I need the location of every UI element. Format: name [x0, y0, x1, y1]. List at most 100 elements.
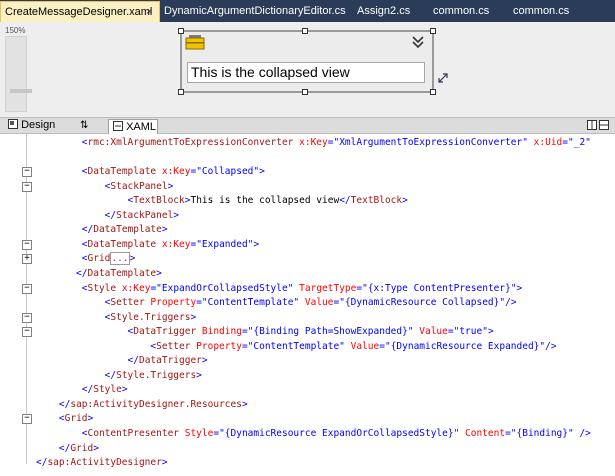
code-token: TargetType	[293, 282, 357, 294]
zoom-slider-thumb[interactable]	[10, 89, 32, 93]
code-token: "{DynamicResource Expanded}"	[384, 340, 546, 352]
collapse-region-icon[interactable]: −	[22, 239, 32, 250]
code-token: sap:ActivityDesigner	[47, 457, 162, 469]
code-token: x:Key	[293, 137, 328, 148]
code-token: x:Uid	[527, 137, 563, 148]
code-line[interactable]: <Setter Property="ContentTemplate" Value…	[36, 339, 556, 354]
tab-label: DynamicArgumentDictionaryEditor.cs	[164, 5, 346, 17]
resize-handle[interactable]	[178, 89, 184, 95]
code-line[interactable]: <Grid>	[36, 411, 93, 426]
code-token: >	[161, 457, 168, 469]
code-line[interactable]: <ContentPresenter Style="{DynamicResourc…	[36, 426, 591, 441]
zoom-slider[interactable]	[5, 36, 32, 112]
code-token: x:Key	[156, 238, 191, 250]
code-line[interactable]: </DataTemplate>	[36, 266, 162, 281]
code-line[interactable]: </DataTemplate>	[36, 222, 168, 237]
code-line[interactable]: </DataTrigger>	[36, 353, 208, 368]
code-token: Setter	[156, 340, 191, 352]
code-token: >	[196, 369, 202, 381]
split-toggle-icon[interactable]	[587, 120, 609, 130]
tab-label: Assign2.cs	[357, 5, 411, 17]
collapsed-view-textblock: This is the collapsed view	[187, 62, 425, 83]
code-line[interactable]: </Style.Triggers>	[36, 368, 202, 383]
code-token: ContentPresenter	[87, 428, 180, 439]
code-token: Value	[299, 297, 334, 309]
code-token: </	[81, 384, 94, 396]
code-token: "{Binding Path=ShowExpanded}"	[247, 326, 414, 338]
activity-designer[interactable]: This is the collapsed view	[178, 28, 436, 95]
code-token: >	[121, 384, 128, 396]
code-token: This is the collapsed view	[190, 195, 340, 207]
code-line[interactable]: <rmc:XmlArgumentToExpressionConverter x:…	[36, 135, 591, 150]
code-token: Binding	[196, 326, 242, 338]
resize-handle[interactable]	[430, 28, 436, 34]
code-line[interactable]: </Grid>	[36, 441, 99, 456]
resize-handle[interactable]	[430, 89, 436, 95]
code-token: >	[253, 238, 260, 250]
code-token: DataTemplate	[87, 238, 157, 250]
collapse-region-icon[interactable]: −	[22, 181, 32, 192]
swap-panes-button[interactable]: ⇅	[80, 118, 88, 133]
code-line[interactable]: </Style>	[36, 382, 128, 397]
collapse-region-icon[interactable]: −	[22, 167, 32, 178]
designer-canvas[interactable]: 150% This is the collapsed view	[0, 22, 615, 117]
collapse-region-icon[interactable]: −	[22, 414, 32, 425]
code-token: >	[190, 311, 197, 323]
collapse-region-icon[interactable]: −	[22, 312, 32, 323]
collapse-region-icon[interactable]: −	[22, 327, 32, 338]
tab-common-2[interactable]: common.cs	[513, 2, 569, 20]
code-line[interactable]: <Setter Property="ContentTemplate" Value…	[36, 295, 517, 310]
code-line[interactable]: </sap:ActivityDesigner.Resources>	[36, 397, 248, 412]
code-token: rmc:XmlArgumentToExpressionConverter	[87, 137, 294, 148]
collapsed-region-marker[interactable]: ...	[110, 252, 130, 266]
tab-dynamic-argument-dictionary-editor[interactable]: DynamicArgumentDictionaryEditor.cs	[164, 2, 346, 20]
expand-region-icon[interactable]: +	[22, 254, 32, 265]
code-line[interactable]: </sap:ActivityDesigner>	[36, 455, 168, 470]
code-token: />	[505, 297, 517, 309]
code-token: Style	[87, 282, 117, 294]
view-tab-bar: Design ⇅ XAML	[0, 117, 615, 134]
code-line[interactable]: <TextBlock>This is the collapsed view</T…	[36, 193, 408, 208]
code-token: Value	[344, 340, 380, 352]
code-line[interactable]: <DataTemplate x:Key="Collapsed">	[36, 164, 265, 179]
code-token: Setter	[110, 297, 145, 309]
close-icon[interactable]: ×	[146, 2, 152, 22]
code-line[interactable]: <DataTrigger Binding="{Binding Path=Show…	[36, 324, 494, 339]
code-line[interactable]: <Style.Triggers>	[36, 310, 197, 325]
tab-create-message-designer[interactable]: CreateMessageDesigner.xaml ×	[0, 1, 160, 22]
code-token: DataTemplate	[87, 267, 157, 279]
code-token: Grid	[70, 442, 94, 454]
resize-handle[interactable]	[302, 89, 308, 95]
code-line[interactable]: <Style x:Key="ExpandOrCollapsedStyle" Ta…	[36, 281, 523, 296]
tab-assign2[interactable]: Assign2.cs	[357, 2, 410, 20]
tab-xaml[interactable]: XAML	[108, 119, 158, 134]
expand-chevron-icon[interactable]	[410, 34, 426, 50]
tab-xaml-label: XAML	[126, 121, 157, 133]
code-token: >	[402, 195, 408, 207]
code-token: TextBlock	[133, 195, 185, 207]
xaml-code-editor[interactable]: <rmc:XmlArgumentToExpressionConverter x:…	[0, 134, 615, 476]
code-token: </	[339, 195, 351, 207]
code-line[interactable]: <StackPanel>	[36, 179, 174, 194]
expand-in-place-icon[interactable]	[437, 72, 449, 84]
code-token: "ContentTemplate"	[201, 297, 300, 309]
code-token: Style.Triggers	[110, 311, 191, 323]
code-line[interactable]: <DataTemplate x:Key="Expanded">	[36, 237, 259, 252]
resize-handle[interactable]	[178, 28, 184, 34]
tab-design[interactable]: Design	[8, 118, 55, 133]
split-view-buttons[interactable]	[587, 120, 609, 133]
code-token: "true"	[453, 326, 488, 338]
tab-common-1[interactable]: common.cs	[433, 2, 489, 20]
code-token: >	[87, 413, 94, 425]
resize-handle[interactable]	[302, 28, 308, 34]
collapse-region-icon[interactable]: −	[22, 283, 32, 294]
code-line[interactable]: </StackPanel>	[36, 208, 179, 223]
xaml-view-icon	[113, 121, 123, 131]
code-line[interactable]: <Grid...>	[36, 251, 135, 266]
